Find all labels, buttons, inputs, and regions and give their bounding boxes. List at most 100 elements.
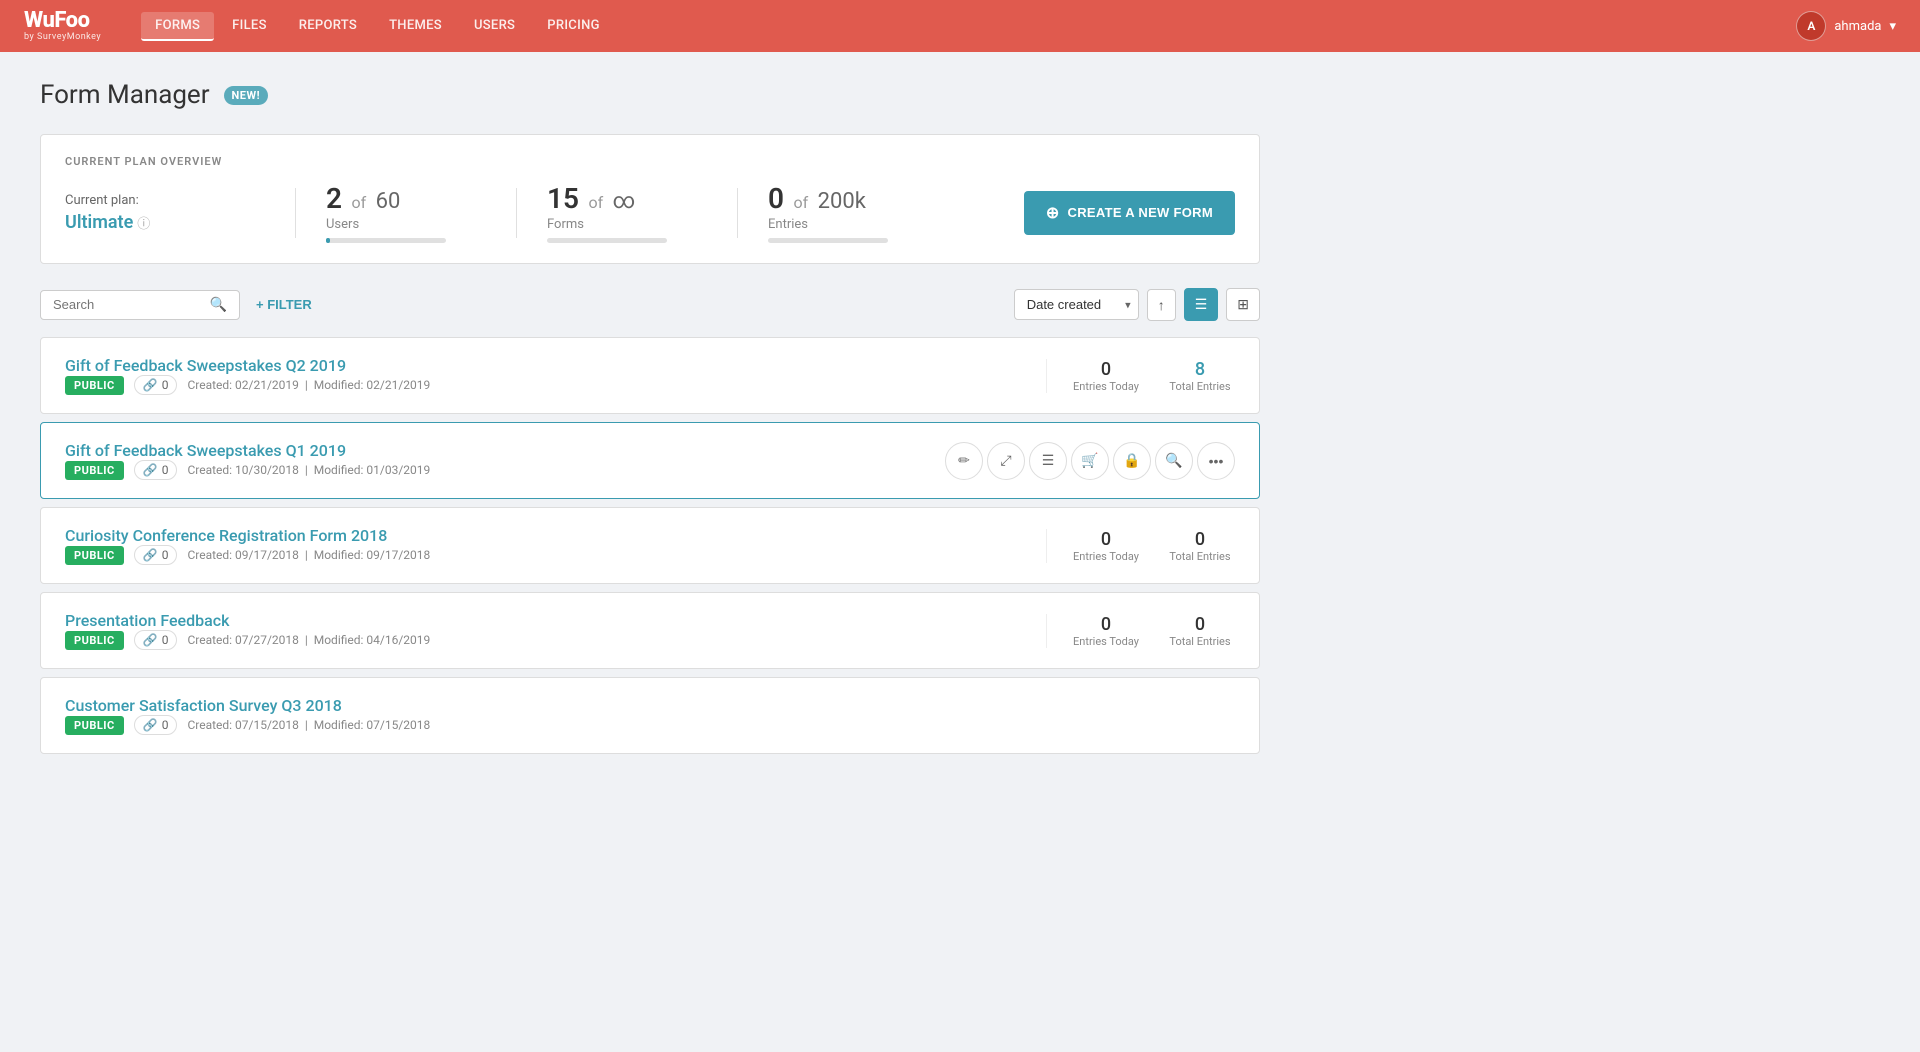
public-badge: PUBLIC [65,546,124,565]
lock-button[interactable]: 🔒 [1113,442,1151,480]
total-entries-num: 0 [1165,614,1235,635]
stat-forms: 15 of ∞ Forms [547,182,707,243]
stat-divider-3 [737,188,738,238]
logo-text: WuFoo [24,8,89,33]
total-entries-label: Total Entries [1165,635,1235,648]
public-badge: PUBLIC [65,716,124,735]
nav-themes[interactable]: THEMES [375,12,456,41]
link-number: 0 [162,548,169,562]
entries-today-num: 0 [1071,529,1141,550]
stat-forms-numbers: 15 of ∞ [547,182,707,215]
filter-button[interactable]: + FILTER [256,297,312,312]
link-count: 🔗 0 [134,375,178,395]
link-icon: 🔗 [143,378,158,392]
info-icon[interactable]: ⓘ [137,213,150,232]
form-dates: Created: 07/27/2018 | Modified: 04/16/20… [187,633,430,647]
list-view-button[interactable]: ☰ [1184,288,1219,321]
public-badge: PUBLIC [65,631,124,650]
link-number: 0 [162,463,169,477]
entries-today-label: Entries Today [1071,380,1141,393]
form-card: Presentation Feedback PUBLIC 🔗 0 Created… [40,592,1260,669]
logo[interactable]: WuFoo by SurveyMonkey [24,10,101,42]
logo-sub: by SurveyMonkey [24,32,101,42]
grid-view-button[interactable]: ⊞ [1226,288,1260,321]
payments-button[interactable]: 🛒 [1071,442,1109,480]
stat-users-label: Users [326,217,486,232]
plan-current-label: Current plan: [65,193,235,208]
entries-today-col: 0 Entries Today [1071,529,1141,563]
more-button[interactable]: ••• [1197,442,1235,480]
navbar: WuFoo by SurveyMonkey FORMS FILES REPORT… [0,0,1920,52]
form-title[interactable]: Gift of Feedback Sweepstakes Q1 2019 [65,441,346,460]
nav-forms[interactable]: FORMS [141,12,214,41]
plan-name: Ultimate [65,212,133,233]
entries-today-label: Entries Today [1071,550,1141,563]
sort-select-wrap: Date created Date modified Name ▾ [1014,289,1139,320]
create-btn-wrap: ⊕ CREATE A NEW FORM [1024,191,1235,235]
main-content: Form Manager NEW! CURRENT PLAN OVERVIEW … [0,52,1300,782]
form-meta: PUBLIC 🔗 0 Created: 02/21/2019 | Modifie… [65,375,1046,395]
sort-up-icon: ↑ [1158,297,1165,313]
link-icon: 🔗 [143,633,158,647]
share-button[interactable]: ⤢ [987,442,1025,480]
toolbar-right: Date created Date modified Name ▾ ↑ ☰ ⊞ [1014,288,1260,321]
search-input[interactable] [53,297,202,312]
link-count: 🔗 0 [134,715,178,735]
stat-divider-2 [516,188,517,238]
form-title[interactable]: Curiosity Conference Registration Form 2… [65,526,387,545]
form-meta: PUBLIC 🔗 0 Created: 09/17/2018 | Modifie… [65,545,1046,565]
stat-users: 2 of 60 Users [326,182,486,243]
form-title[interactable]: Gift of Feedback Sweepstakes Q2 2019 [65,356,346,375]
form-card: Gift of Feedback Sweepstakes Q2 2019 PUB… [40,337,1260,414]
total-entries-num: 0 [1165,529,1235,550]
toolbar: 🔍 + FILTER Date created Date modified Na… [40,288,1260,321]
user-menu[interactable]: A ahmada ▾ [1796,11,1896,41]
form-title[interactable]: Presentation Feedback [65,611,229,630]
form-actions: ✏ ⤢ ☰ 🛒 🔒 🔍 ••• [945,442,1235,480]
nav-files[interactable]: FILES [218,12,281,41]
form-dates: Created: 09/17/2018 | Modified: 09/17/20… [187,548,430,562]
total-entries-col: 0 Total Entries [1165,529,1235,563]
plan-current: Current plan: Ultimate ⓘ [65,193,265,233]
nav-users[interactable]: USERS [460,12,529,41]
link-count: 🔗 0 [134,630,178,650]
total-entries-label: Total Entries [1165,550,1235,563]
form-card: Gift of Feedback Sweepstakes Q1 2019 PUB… [40,422,1260,499]
form-meta: PUBLIC 🔗 0 Created: 07/27/2018 | Modifie… [65,630,1046,650]
entries-today-col: 0 Entries Today [1071,359,1141,393]
stat-users-fill [326,238,330,243]
form-stats: 0 Entries Today 8 Total Entries [1046,359,1235,393]
stat-entries-label: Entries [768,217,928,232]
page-header: Form Manager NEW! [40,80,1260,110]
link-number: 0 [162,718,169,732]
edit-button[interactable]: ✏ [945,442,983,480]
search-icon[interactable]: 🔍 [210,297,227,313]
search-box: 🔍 [40,290,240,320]
stat-entries-bar [768,238,888,243]
form-dates: Created: 07/15/2018 | Modified: 07/15/20… [187,718,430,732]
entries-today-col: 0 Entries Today [1071,614,1141,648]
total-entries-label: Total Entries [1165,380,1235,393]
entries-button[interactable]: ☰ [1029,442,1067,480]
entries-today-label: Entries Today [1071,635,1141,648]
stat-forms-label: Forms [547,217,707,232]
nav-reports[interactable]: REPORTS [285,12,371,41]
toolbar-left: 🔍 + FILTER [40,290,312,320]
form-card: Customer Satisfaction Survey Q3 2018 PUB… [40,677,1260,754]
form-dates: Created: 02/21/2019 | Modified: 02/21/20… [187,378,430,392]
public-badge: PUBLIC [65,461,124,480]
plan-section-label: CURRENT PLAN OVERVIEW [65,155,1235,168]
list-view-icon: ☰ [1195,296,1208,312]
reports-button[interactable]: 🔍 [1155,442,1193,480]
sort-select[interactable]: Date created Date modified Name [1014,289,1139,320]
form-info: Gift of Feedback Sweepstakes Q1 2019 PUB… [65,441,945,480]
nav-pricing[interactable]: PRICING [533,12,614,41]
page-title: Form Manager [40,80,210,110]
form-title[interactable]: Customer Satisfaction Survey Q3 2018 [65,696,342,715]
link-count: 🔗 0 [134,460,178,480]
create-form-button[interactable]: ⊕ CREATE A NEW FORM [1024,191,1235,235]
sort-direction-button[interactable]: ↑ [1147,289,1176,321]
plan-stats: Current plan: Ultimate ⓘ 2 of 60 Users [65,182,1235,243]
form-info: Curiosity Conference Registration Form 2… [65,526,1046,565]
link-count: 🔗 0 [134,545,178,565]
